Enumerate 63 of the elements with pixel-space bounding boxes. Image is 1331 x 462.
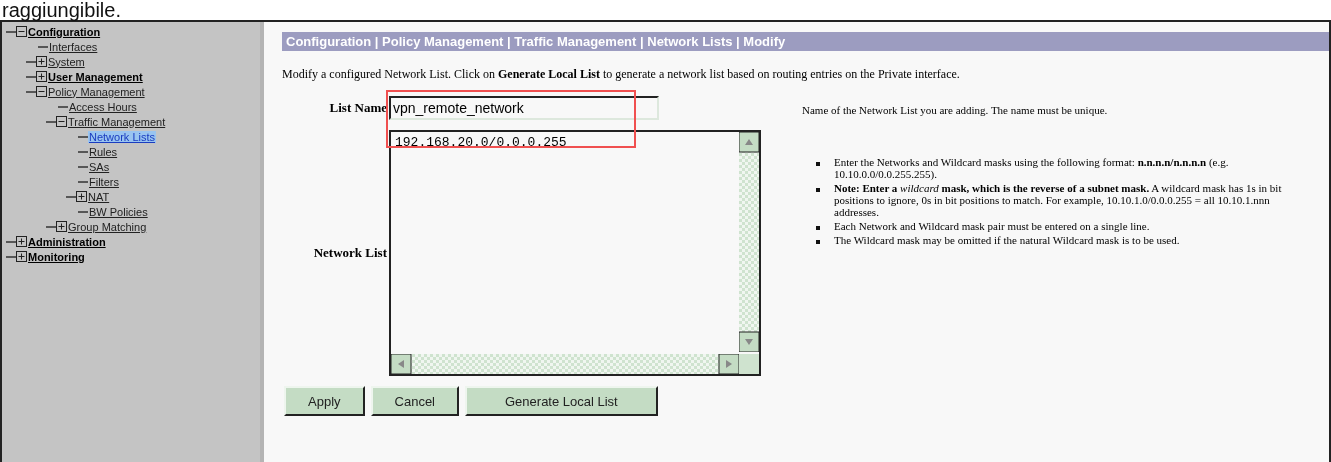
- tree-item[interactable]: Filters: [88, 175, 120, 188]
- expand-icon[interactable]: [36, 56, 47, 67]
- scrollbar-corner: [739, 354, 759, 374]
- tree-line-icon: [78, 135, 88, 138]
- form-button[interactable]: Generate Local List: [465, 386, 658, 416]
- tree-item[interactable]: System: [47, 55, 86, 68]
- tree-line-icon: [58, 105, 68, 108]
- help-bullet: Each Network and Wildcard mask pair must be entered on a single line.: [834, 220, 1150, 232]
- tree-line-icon: [26, 60, 36, 63]
- expand-icon[interactable]: [16, 251, 27, 262]
- tree-line-icon: [6, 255, 16, 258]
- tree-line-icon: [46, 225, 56, 228]
- tree-item[interactable]: SAs: [88, 160, 111, 173]
- tree-item[interactable]: Rules: [88, 145, 119, 158]
- help-text: Name of the Network List you are adding. The name must be unique.: [802, 104, 1109, 116]
- tree-line-icon: [78, 210, 88, 213]
- expand-icon[interactable]: [16, 236, 27, 247]
- tree-item[interactable]: Administration: [27, 235, 107, 248]
- help-bullet: The Wildcard mask may be omitted if the natural Wildcard mask is to be used.: [834, 234, 1180, 246]
- vertical-scrollbar[interactable]: [739, 132, 759, 352]
- field-label: List Name: [328, 100, 388, 116]
- tree-line-icon: [46, 120, 56, 123]
- tree-item[interactable]: NAT: [87, 190, 111, 203]
- list-name-field[interactable]: vpn_remote_network: [389, 96, 659, 120]
- expand-icon[interactable]: [76, 191, 87, 202]
- tree-line-icon: [78, 150, 88, 153]
- bullet-icon: [816, 162, 820, 166]
- tree-line-icon: [38, 45, 48, 48]
- tree-item[interactable]: Network Lists: [88, 130, 157, 143]
- caption-text: raggiungibile.: [1, 0, 122, 20]
- form-button[interactable]: Apply: [284, 386, 365, 416]
- collapse-icon[interactable]: [56, 116, 67, 127]
- network-list-field[interactable]: 192.168.20.0/0.0.0.255: [389, 130, 761, 376]
- collapse-icon[interactable]: [16, 26, 27, 37]
- form-button[interactable]: Cancel: [370, 386, 459, 416]
- bullet-icon: [816, 240, 820, 244]
- tree-item[interactable]: Configuration: [27, 25, 102, 38]
- help-bullet: Enter the Networks and Wildcard masks using the following format: n.n.n.n/n.n.n.n (e.g. 10.10.0.0/0.0.255.255).: [834, 156, 1230, 180]
- expand-icon[interactable]: [36, 71, 47, 82]
- tree-line-icon: [78, 180, 88, 183]
- tree-item[interactable]: Group Matching: [67, 220, 148, 233]
- breadcrumb-bar: Configuration | Policy Management | Traffic Management | Network Lists | Modify: [282, 32, 1329, 51]
- tree-item[interactable]: Monitoring: [27, 250, 86, 263]
- collapse-icon[interactable]: [36, 86, 47, 97]
- tree-line-icon: [66, 195, 76, 198]
- tree-item[interactable]: BW Policies: [88, 205, 149, 218]
- expand-icon[interactable]: [56, 221, 67, 232]
- tree-line-icon: [6, 30, 16, 33]
- intro-text: Modify a configured Network List. Click on Generate Local List to generate a network list based on routing entries on the Private interface.: [282, 67, 961, 82]
- field-label: Network List: [312, 245, 388, 261]
- tree-item[interactable]: User Management: [47, 70, 144, 83]
- horizontal-scrollbar[interactable]: [391, 354, 739, 374]
- bullet-icon: [816, 226, 820, 230]
- tree-line-icon: [26, 75, 36, 78]
- help-bullet: Note: Enter a wildcard mask, which is the reverse of a subnet mask. A wildcard mask has 1s in bit positions to ignore, 0s in bit positions to match. For example, 10.10.1.0/0.0.0.255 = all 10.10.1.nnn addresses.: [834, 182, 1283, 218]
- tree-line-icon: [26, 90, 36, 93]
- tree-line-icon: [78, 165, 88, 168]
- tree-item[interactable]: Interfaces: [48, 40, 99, 53]
- tree-item[interactable]: Traffic Management: [67, 115, 167, 128]
- bullet-icon: [816, 188, 820, 192]
- tree-line-icon: [6, 240, 16, 243]
- tree-item[interactable]: Policy Management: [47, 85, 146, 98]
- tree-item[interactable]: Access Hours: [68, 100, 138, 113]
